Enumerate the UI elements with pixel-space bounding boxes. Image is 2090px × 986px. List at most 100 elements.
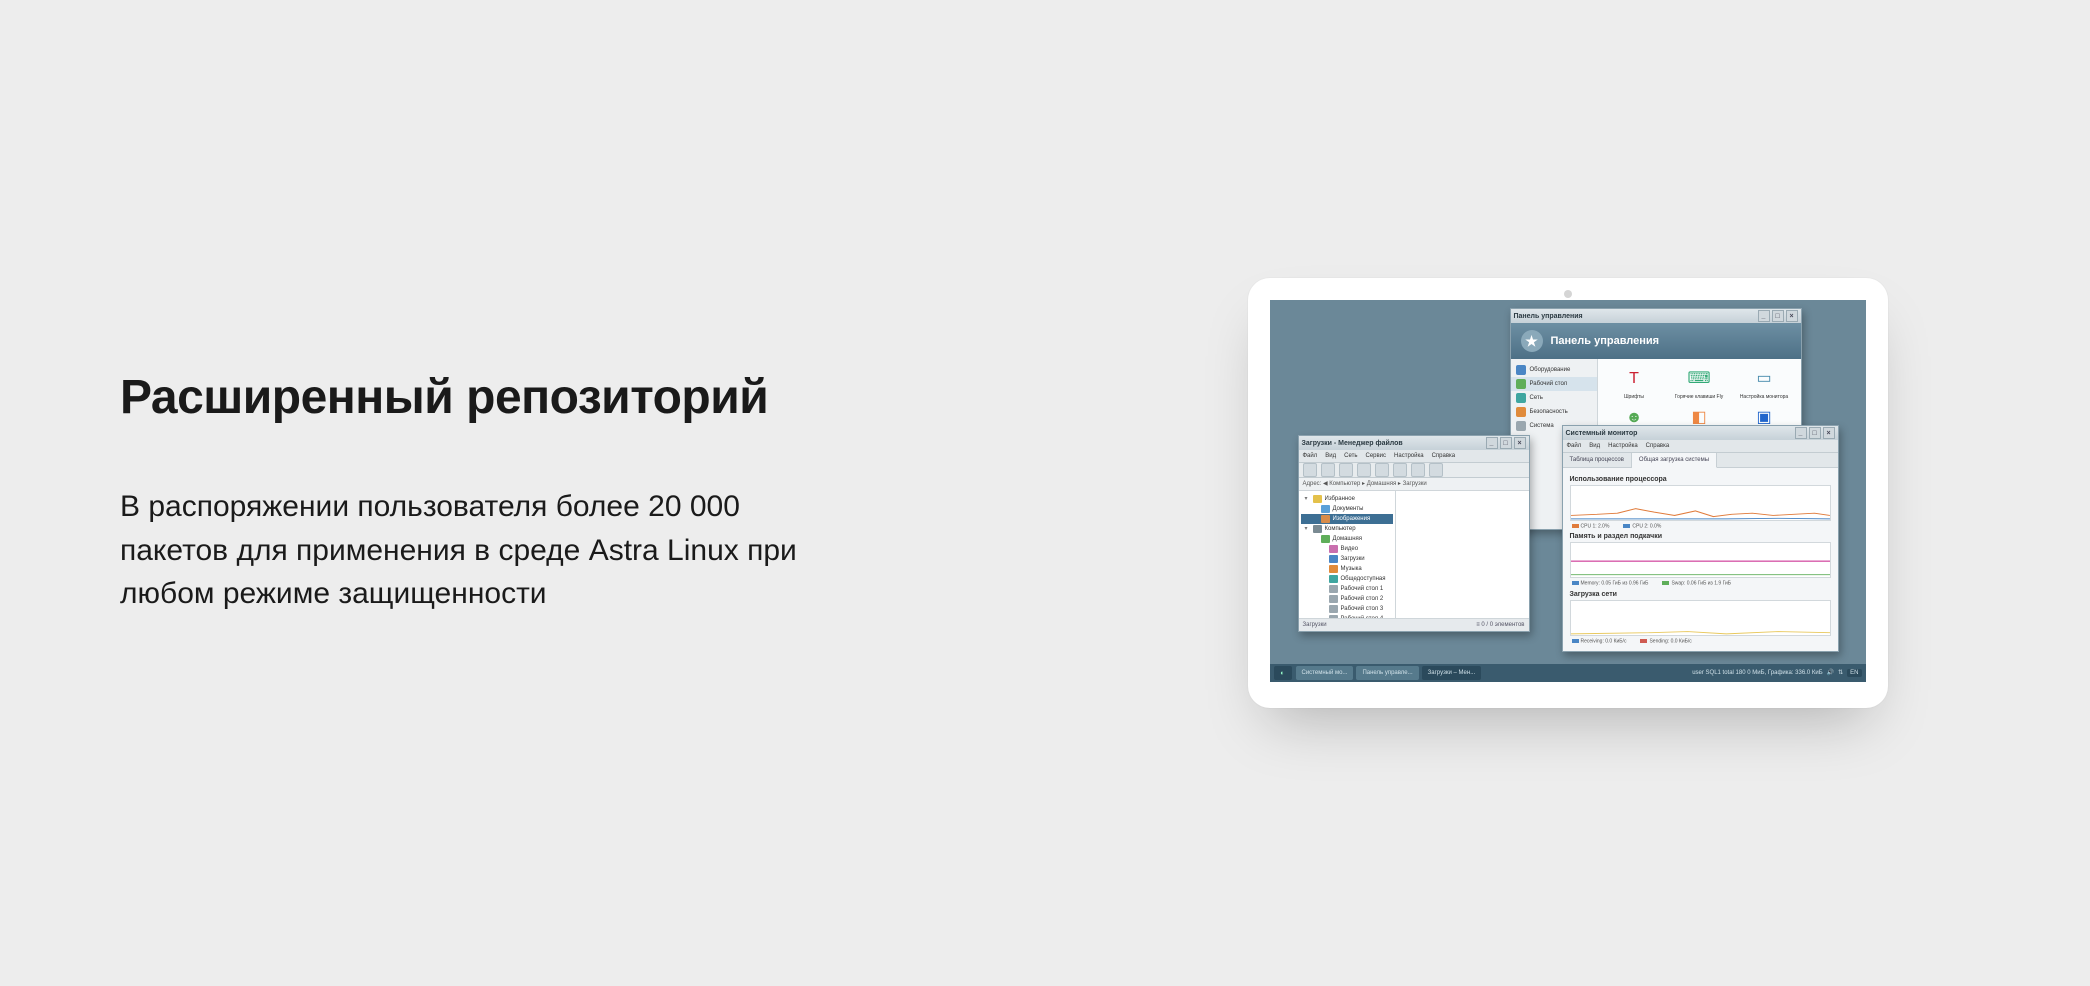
tree-node[interactable]: Рабочий стол 1: [1301, 584, 1393, 594]
laptop-mockup: Панель управления _ □ × ★ Панель управле…: [1248, 278, 1888, 708]
minimize-icon[interactable]: _: [1795, 427, 1807, 439]
file-manager-toolbar[interactable]: [1299, 463, 1529, 478]
folder-contents[interactable]: [1396, 491, 1529, 618]
tree-node[interactable]: Рабочий стол 2: [1301, 594, 1393, 604]
menu-item[interactable]: Файл: [1567, 443, 1582, 449]
maximize-icon[interactable]: □: [1500, 437, 1512, 449]
language-indicator[interactable]: EN: [1847, 669, 1861, 677]
item-label: Шрифты: [1624, 395, 1644, 400]
expand-icon[interactable]: ▾: [1303, 526, 1310, 532]
tree-node[interactable]: Видео: [1301, 544, 1393, 554]
tree-node-label: Компьютер: [1325, 526, 1356, 532]
control-panel-category[interactable]: Безопасность: [1511, 405, 1597, 419]
window-controls[interactable]: _ □ ×: [1758, 310, 1798, 322]
folder-icon: [1329, 565, 1338, 573]
item-label: Горячие клавиши Fly: [1675, 395, 1723, 400]
menu-item[interactable]: Справка: [1432, 453, 1456, 459]
category-label: Рабочий стол: [1530, 381, 1568, 387]
desktop-screenshot: Панель управления _ □ × ★ Панель управле…: [1270, 300, 1866, 682]
menu-item[interactable]: Справка: [1646, 443, 1670, 449]
tab-system-load[interactable]: Общая загрузка системы: [1632, 453, 1717, 468]
maximize-icon[interactable]: □: [1772, 310, 1784, 322]
start-button[interactable]: ◐: [1274, 666, 1292, 680]
view-list-icon[interactable]: [1411, 463, 1425, 477]
category-icon: [1516, 421, 1526, 431]
taskbar-item-control-panel[interactable]: Панель управле...: [1356, 666, 1418, 680]
maximize-icon[interactable]: □: [1809, 427, 1821, 439]
folder-tree[interactable]: ▾ИзбранноеДокументыИзображения ▾ Компьютер…: [1299, 491, 1396, 618]
taskbar-item-file-manager[interactable]: Загрузки – Мен...: [1422, 666, 1482, 680]
breadcrumb[interactable]: Адрес: ◀ Компьютер ▸ Домашняя ▸ Загрузки: [1299, 478, 1529, 491]
tree-node[interactable]: Загрузки: [1301, 554, 1393, 564]
close-icon[interactable]: ×: [1786, 310, 1798, 322]
system-tray[interactable]: user SQL1 total 180 0 МиБ, Графика: 336.…: [1692, 669, 1861, 677]
folder-icon: [1321, 515, 1330, 523]
tree-node-label: Видео: [1341, 546, 1359, 552]
tray-status-text: user SQL1 total 180 0 МиБ, Графика: 336.…: [1692, 670, 1822, 676]
menu-item[interactable]: Вид: [1325, 453, 1336, 459]
window-controls[interactable]: _ □ ×: [1486, 437, 1526, 449]
tree-node[interactable]: Рабочий стол 3: [1301, 604, 1393, 614]
legend-entry: Receiving: 0.0 КиБ/с: [1572, 639, 1627, 644]
menu-item[interactable]: Настройка: [1608, 443, 1638, 449]
network-icon[interactable]: ⇅: [1838, 670, 1843, 676]
menu-item[interactable]: Файл: [1303, 453, 1318, 459]
item-icon: ▭: [1750, 365, 1778, 393]
back-icon[interactable]: [1303, 463, 1317, 477]
page-description: В распоряжении пользователя более 20 000…: [120, 485, 840, 616]
taskbar[interactable]: ◐ Системный мо... Панель управле... Загр…: [1270, 664, 1866, 682]
section-memory-label: Память и раздел подкачки: [1570, 533, 1831, 540]
tree-node[interactable]: Изображения: [1301, 514, 1393, 524]
control-panel-item[interactable]: TШрифты: [1604, 365, 1665, 400]
home-icon[interactable]: [1357, 463, 1371, 477]
view-icons-icon[interactable]: [1393, 463, 1407, 477]
system-monitor-menu[interactable]: Файл Вид Настройка Справка: [1563, 440, 1838, 453]
folder-icon: [1329, 575, 1338, 583]
reload-icon[interactable]: [1375, 463, 1389, 477]
window-file-manager[interactable]: Загрузки - Менеджер файлов _ □ × ФайлВид…: [1298, 435, 1530, 632]
control-panel-header-label: Панель управления: [1551, 336, 1660, 347]
file-manager-menu[interactable]: Файл Вид Сеть Сервис Настройка Справка: [1299, 450, 1529, 463]
tree-node[interactable]: Документы: [1301, 504, 1393, 514]
control-panel-category[interactable]: Оборудование: [1511, 363, 1597, 377]
control-panel-item[interactable]: ⌨Горячие клавиши Fly: [1669, 365, 1730, 400]
tree-node[interactable]: Музыка: [1301, 564, 1393, 574]
control-panel-item[interactable]: ▭Настройка монитора: [1734, 365, 1795, 400]
forward-icon[interactable]: [1321, 463, 1335, 477]
tree-node[interactable]: ▾ Компьютер: [1301, 524, 1393, 534]
folder-icon: [1329, 605, 1338, 613]
legend-entry: Sending: 0.0 КиБ/с: [1640, 639, 1691, 644]
minimize-icon[interactable]: _: [1486, 437, 1498, 449]
folder-icon: [1321, 505, 1330, 513]
close-icon[interactable]: ×: [1514, 437, 1526, 449]
menu-item[interactable]: Настройка: [1394, 453, 1424, 459]
tree-node[interactable]: Общедоступная: [1301, 574, 1393, 584]
folder-icon: [1329, 585, 1338, 593]
menu-item[interactable]: Сеть: [1344, 453, 1357, 459]
control-panel-category[interactable]: Рабочий стол: [1511, 377, 1597, 391]
minimize-icon[interactable]: _: [1758, 310, 1770, 322]
category-label: Система: [1530, 423, 1554, 429]
window-title: Панель управления: [1514, 313, 1583, 320]
tree-node-label: Общедоступная: [1341, 576, 1386, 582]
tree-node[interactable]: Домашняя: [1301, 534, 1393, 544]
search-icon[interactable]: [1429, 463, 1443, 477]
close-icon[interactable]: ×: [1823, 427, 1835, 439]
system-monitor-tabs[interactable]: Таблица процессов Общая загрузка системы: [1563, 453, 1838, 468]
tab-processes[interactable]: Таблица процессов: [1563, 453, 1632, 467]
control-panel-category[interactable]: Сеть: [1511, 391, 1597, 405]
menu-item[interactable]: Сервис: [1365, 453, 1386, 459]
tree-node[interactable]: ▾Избранное: [1301, 494, 1393, 504]
up-icon[interactable]: [1339, 463, 1353, 477]
tree-node-label: Домашняя: [1333, 536, 1363, 542]
volume-icon[interactable]: 🔊: [1827, 670, 1834, 676]
network-chart: [1570, 600, 1831, 636]
cpu-chart: [1570, 485, 1831, 521]
window-system-monitor[interactable]: Системный монитор _ □ × ФайлВидНастройка…: [1562, 425, 1839, 652]
window-controls[interactable]: _ □ ×: [1795, 427, 1835, 439]
category-label: Сеть: [1530, 395, 1543, 401]
taskbar-item-system-monitor[interactable]: Системный мо...: [1296, 666, 1354, 680]
category-label: Безопасность: [1530, 409, 1568, 415]
expand-icon[interactable]: ▾: [1303, 496, 1310, 502]
menu-item[interactable]: Вид: [1589, 443, 1600, 449]
